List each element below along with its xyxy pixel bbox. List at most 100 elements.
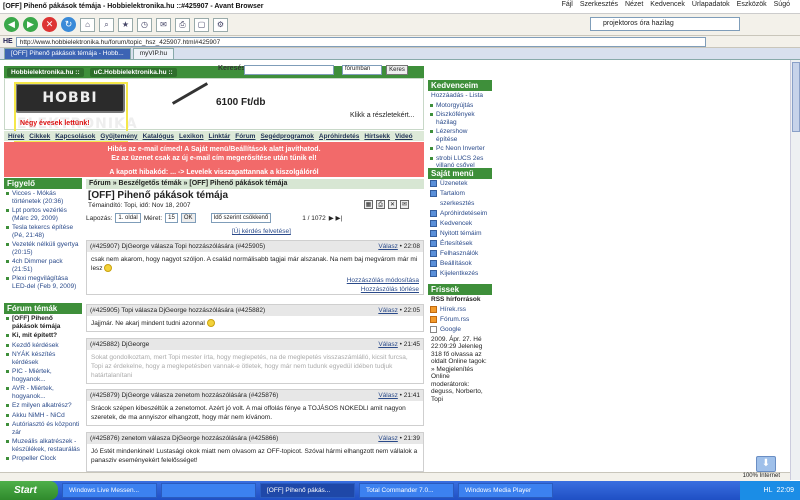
- nav-forum[interactable]: Fórum: [235, 133, 255, 140]
- reply-link[interactable]: Válasz: [378, 435, 398, 442]
- task-total-commander[interactable]: Total Commander 7.0...: [359, 483, 454, 498]
- rss-forum-link[interactable]: Fórum.rss: [428, 315, 492, 325]
- nav-hirek[interactable]: Hírek: [8, 133, 24, 140]
- figyelo-item[interactable]: Vezeték nélküli gyertya (20:15): [4, 240, 82, 257]
- kedvenc-item[interactable]: Diszkófények házilag: [428, 110, 492, 127]
- search-icon[interactable]: ⌕: [99, 17, 114, 32]
- address-input[interactable]: http://www.hobbielektronika.hu/forum/top…: [15, 36, 706, 47]
- nav-linktar[interactable]: Linktár: [209, 133, 231, 140]
- task-hidden[interactable]: [161, 483, 256, 498]
- forum-topic-item[interactable]: Ez milyen alkatrész?: [4, 401, 82, 411]
- nav-lexikon[interactable]: Lexikon: [179, 133, 204, 140]
- kedvenc-item[interactable]: Lézershow építése: [428, 127, 492, 144]
- forum-topic-item[interactable]: Propeller Clock: [4, 454, 82, 464]
- task-messenger[interactable]: Windows Live Messen...: [62, 483, 157, 498]
- next-page-icon[interactable]: ▶ ▶|: [329, 214, 343, 222]
- clock[interactable]: 22:09: [776, 487, 794, 494]
- nav-segedprogramok[interactable]: Segédprogramok: [260, 133, 313, 140]
- site-tab-hobbi[interactable]: Hobbielektronika.hu ::: [7, 67, 84, 77]
- start-button[interactable]: Start: [0, 481, 58, 500]
- nav-kapcsolasok[interactable]: Kapcsolások: [55, 133, 95, 140]
- nav-gyujtemeny[interactable]: Gyűjtemény: [100, 133, 137, 140]
- content-edit-item[interactable]: Tartalom szerkesztés: [428, 189, 492, 209]
- favorites-icon[interactable]: ★: [118, 17, 133, 32]
- menu-tools[interactable]: Eszközök: [737, 1, 767, 8]
- order-select[interactable]: Idő szerint csökkenő: [210, 213, 272, 223]
- menu-view[interactable]: Nézet: [625, 1, 643, 8]
- back-icon[interactable]: ◀: [4, 17, 19, 32]
- classifieds-item[interactable]: Apróhirdetéseim: [428, 209, 492, 219]
- forum-topic-item[interactable]: Ki, mit épített?: [4, 331, 82, 341]
- users-item[interactable]: Felhasználók: [428, 249, 492, 259]
- rss-news-link[interactable]: Hírek.rss: [428, 305, 492, 315]
- forward-icon[interactable]: ▶: [23, 17, 38, 32]
- home-icon[interactable]: ⌂: [80, 17, 95, 32]
- forum-topic-item[interactable]: PIC - Miértek, hogyanok...: [4, 367, 82, 384]
- page-select[interactable]: 1. oldal: [115, 213, 141, 223]
- forum-topic-item[interactable]: AVR - Miértek, hogyanok...: [4, 384, 82, 401]
- nav-hirtsekk[interactable]: Hírtsekk: [364, 133, 390, 140]
- close-icon[interactable]: ✕: [388, 200, 397, 209]
- task-browser[interactable]: [OFF] Pihenő pákás...: [260, 483, 355, 498]
- reply-link[interactable]: Válasz: [378, 341, 398, 348]
- zoom-level[interactable]: 100%: [743, 473, 758, 479]
- figyelo-item[interactable]: Tesla tekercs építése (Pé, 21:48): [4, 223, 82, 240]
- mail-icon[interactable]: ✉: [400, 200, 409, 209]
- menu-file[interactable]: Fájl: [562, 1, 573, 8]
- figyelo-item[interactable]: Plexi megvilágítása LED-del (Feb 9, 2009…: [4, 274, 82, 291]
- menu-edit[interactable]: Szerkesztés: [580, 1, 618, 8]
- download-arrow-icon[interactable]: ⬇: [756, 456, 776, 472]
- breadcrumb[interactable]: Fórum » Beszélgetős témák » [OFF] Pihenő…: [86, 179, 424, 189]
- menu-formdata[interactable]: Úrlapadatok: [692, 1, 730, 8]
- site-tab-uc[interactable]: uC.Hobbielektronika.hu ::: [89, 67, 177, 77]
- logout-item[interactable]: Kijelentkezés: [428, 269, 492, 279]
- favorites-item[interactable]: Kedvencek: [428, 219, 492, 229]
- print-icon[interactable]: ⎙: [175, 17, 190, 32]
- print-icon[interactable]: ⎙: [376, 200, 385, 209]
- calendar-icon[interactable]: ▦: [364, 200, 373, 209]
- forum-topic-item[interactable]: Kezdő kérdések: [4, 341, 82, 351]
- scroll-thumb[interactable]: [792, 62, 800, 132]
- figyelo-item[interactable]: Vicces - Mókás történetek (20:36): [4, 189, 82, 206]
- kedvencek-add-link[interactable]: Hozzáadás - Lista: [428, 91, 492, 101]
- new-question-link[interactable]: [Új kérdés felvetése]: [232, 228, 291, 235]
- nav-katalogus[interactable]: Katalógus: [143, 133, 174, 140]
- settings-item[interactable]: Beállítások: [428, 259, 492, 269]
- nav-video[interactable]: Videó: [395, 133, 413, 140]
- kedvenc-item[interactable]: Pc Neon Inverter: [428, 144, 492, 154]
- google-link[interactable]: Google: [428, 325, 492, 335]
- reply-link[interactable]: Válasz: [378, 392, 398, 399]
- nav-cikkek[interactable]: Cikkek: [29, 133, 50, 140]
- window-icon[interactable]: ▢: [194, 17, 209, 32]
- open-topics-item[interactable]: Nyitott témáim: [428, 229, 492, 239]
- search-scope-select[interactable]: fórumban: [342, 65, 382, 75]
- menu-help[interactable]: Súgó: [774, 1, 790, 8]
- task-media-player[interactable]: Windows Media Player: [458, 483, 553, 498]
- messages-item[interactable]: Üzenetek: [428, 179, 492, 189]
- toolbar-search-input[interactable]: projektoros óra hazilag: [590, 17, 740, 31]
- figyelo-item[interactable]: 4ch Dimmer pack (21:51): [4, 257, 82, 274]
- search-button[interactable]: Keres: [386, 65, 408, 75]
- delete-post-link[interactable]: Hozzászólás törlése: [87, 285, 423, 294]
- kedvenc-item[interactable]: Motorgyújtás: [428, 101, 492, 111]
- vertical-scrollbar[interactable]: [790, 60, 800, 480]
- figyelo-item[interactable]: Lpt portos vezérlés (Márc 29, 2009): [4, 206, 82, 223]
- forum-topic-item[interactable]: Muzeális alkatrészek - készülékek, resta…: [4, 437, 82, 454]
- refresh-icon[interactable]: ↻: [61, 17, 76, 32]
- browser-tab-myvip[interactable]: myVIP.hu: [132, 48, 175, 59]
- size-select[interactable]: 15: [165, 213, 178, 223]
- stop-icon[interactable]: ✕: [42, 17, 57, 32]
- alert-line-3[interactable]: A kapott hibakód: ... -> Levelek visszap…: [4, 168, 424, 177]
- forum-topic-item[interactable]: [OFF] Pihenő pákások témája: [4, 314, 82, 331]
- history-icon[interactable]: ◷: [137, 17, 152, 32]
- reply-link[interactable]: Válasz: [378, 243, 398, 250]
- browser-tab-forum[interactable]: [OFF] Pihenő pákások témája - Hobb...: [4, 48, 131, 59]
- nav-aprohirdetes[interactable]: Apróhirdetés: [319, 133, 359, 140]
- ok-button[interactable]: OK: [180, 213, 196, 223]
- mail-icon[interactable]: ✉: [156, 17, 171, 32]
- forum-topic-item[interactable]: Akku NiMH - NiCd: [4, 411, 82, 421]
- forum-topic-item[interactable]: Autóriasztó és központi zár: [4, 420, 82, 437]
- forum-topic-item[interactable]: NYÁK készítés kérdések: [4, 350, 82, 367]
- language-indicator[interactable]: HL: [764, 487, 773, 494]
- menu-favorites[interactable]: Kedvencek: [650, 1, 685, 8]
